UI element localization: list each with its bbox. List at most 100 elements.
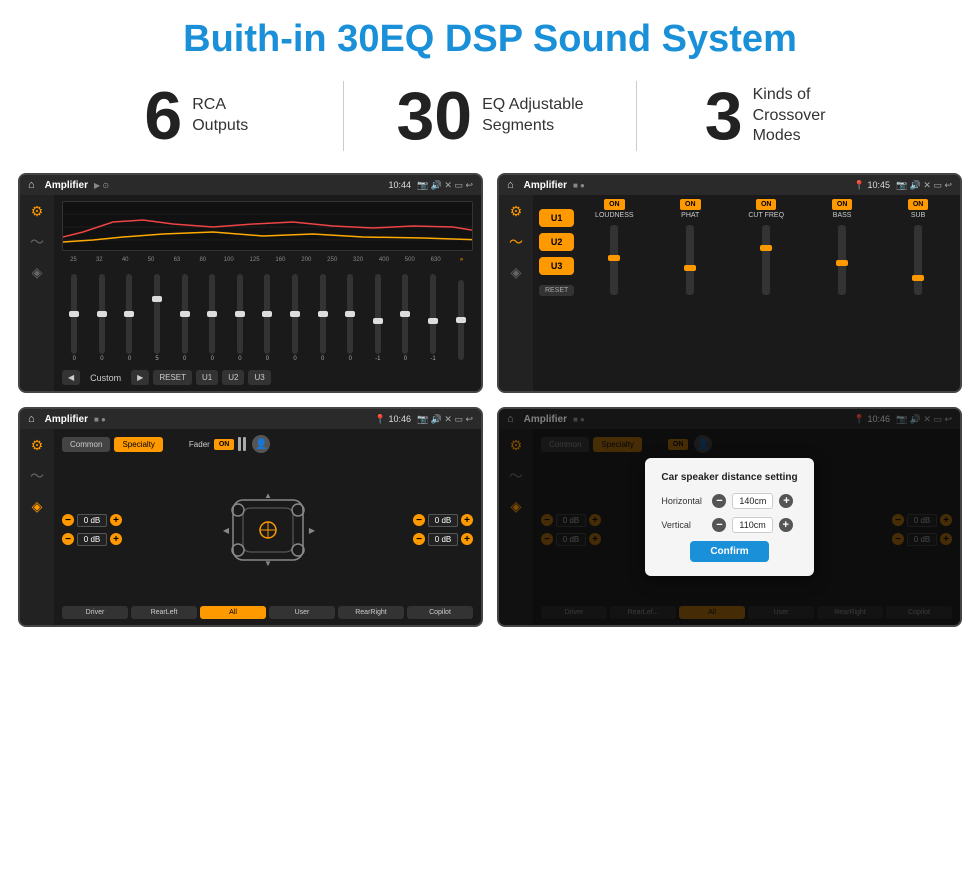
fader-on-btn[interactable]: ON: [214, 439, 235, 450]
dialog-vertical-plus[interactable]: +: [779, 518, 793, 532]
ch-sub-label: SUB: [911, 212, 925, 219]
ch-phat-on[interactable]: ON: [680, 199, 701, 210]
eq-u2-btn[interactable]: U2: [222, 370, 244, 385]
eq-track-4[interactable]: [182, 274, 188, 354]
fader-btn-copilot[interactable]: Copilot: [407, 606, 473, 619]
ch-sub-on[interactable]: ON: [908, 199, 929, 210]
fader-tab-common[interactable]: Common: [62, 437, 110, 452]
crossover-sidebar-icon1[interactable]: ⚙: [510, 203, 523, 220]
freq-250: 250: [321, 257, 344, 263]
eq-sidebar-icon2[interactable]: 〜: [30, 232, 44, 252]
vol-rr-minus[interactable]: −: [413, 533, 425, 545]
vol-fl-minus[interactable]: −: [62, 514, 74, 526]
u3-btn[interactable]: U3: [539, 257, 574, 275]
vol-rl-plus[interactable]: +: [110, 533, 122, 545]
svg-text:▼: ▼: [264, 559, 272, 568]
ch-loudness-on[interactable]: ON: [604, 199, 625, 210]
ch-phat-thumb: [684, 265, 696, 271]
fader-status-bar: ⌂ Amplifier ■ ● 📍 10:46 📷 🔊 ✕ ▭ ↩: [20, 409, 481, 429]
eq-track-10[interactable]: [347, 274, 353, 354]
fader-btn-driver[interactable]: Driver: [62, 606, 128, 619]
u2-btn[interactable]: U2: [539, 233, 574, 251]
freq-125: 125: [243, 257, 266, 263]
eq-val-6: 0: [238, 356, 241, 362]
dialog-horizontal-minus[interactable]: −: [712, 494, 726, 508]
ch-cutfreq-thumb: [760, 245, 772, 251]
stat-divider-2: [636, 81, 637, 151]
ch-bass-on[interactable]: ON: [832, 199, 853, 210]
stat-rca: 6 RCAOutputs: [60, 82, 333, 150]
eq-track-1[interactable]: [99, 274, 105, 354]
eq-slider-14: [448, 280, 473, 362]
eq-track-9[interactable]: [320, 274, 326, 354]
ch-loudness-track[interactable]: [610, 225, 618, 295]
home-icon[interactable]: ⌂: [28, 179, 35, 191]
eq-sidebar-icon3[interactable]: ◈: [32, 264, 43, 281]
eq-reset-btn[interactable]: RESET: [153, 370, 192, 385]
stats-row: 6 RCAOutputs 30 EQ AdjustableSegments 3 …: [0, 71, 980, 165]
eq-val-3: 5: [155, 356, 158, 362]
eq-time: 10:44: [388, 180, 411, 190]
crossover-sidebar-icon2[interactable]: 〜: [509, 232, 523, 252]
dialog-horizontal-value: 140cm: [732, 493, 773, 509]
vol-rr-plus[interactable]: +: [461, 533, 473, 545]
eq-next-btn[interactable]: ▶: [131, 370, 149, 385]
eq-sidebar: ⚙ 〜 ◈: [20, 195, 54, 391]
eq-val-4: 0: [183, 356, 186, 362]
eq-track-14[interactable]: [458, 280, 464, 360]
eq-track-6[interactable]: [237, 274, 243, 354]
vol-fr-minus[interactable]: −: [413, 514, 425, 526]
ch-phat-track[interactable]: [686, 225, 694, 295]
fader-btn-rearleft[interactable]: RearLeft: [131, 606, 197, 619]
eq-track-3[interactable]: [154, 274, 160, 354]
fader-btn-rearright[interactable]: RearRight: [338, 606, 404, 619]
crossover-home-icon[interactable]: ⌂: [507, 179, 514, 191]
eq-bottom-bar: ◀ Custom ▶ RESET U1 U2 U3: [62, 370, 473, 385]
eq-thumb-11: [373, 318, 383, 324]
fader-btn-user[interactable]: User: [269, 606, 335, 619]
crossover-reset-btn[interactable]: RESET: [539, 285, 574, 296]
dialog-confirm-button[interactable]: Confirm: [690, 541, 768, 562]
dialog-vertical-minus[interactable]: −: [712, 518, 726, 532]
eq-u1-btn[interactable]: U1: [196, 370, 218, 385]
fader-tab-specialty[interactable]: Specialty: [114, 437, 162, 452]
eq-track-2[interactable]: [126, 274, 132, 354]
eq-graph: [62, 201, 473, 251]
vol-rl-minus[interactable]: −: [62, 533, 74, 545]
fader-btn-all[interactable]: All: [200, 606, 266, 619]
fader-sidebar-icon2[interactable]: 〜: [30, 466, 44, 486]
eq-track-8[interactable]: [292, 274, 298, 354]
fader-sidebar-icon3[interactable]: ◈: [32, 498, 43, 515]
freq-160: 160: [269, 257, 292, 263]
u1-btn[interactable]: U1: [539, 209, 574, 227]
eq-track-0[interactable]: [71, 274, 77, 354]
eq-track-5[interactable]: [209, 274, 215, 354]
ch-bass-track[interactable]: [838, 225, 846, 295]
screens-grid: ⌂ Amplifier ▶ ⊙ 10:44 📷 🔊 ✕ ▭ ↩ ⚙ 〜 ◈: [0, 165, 980, 637]
eq-track-7[interactable]: [264, 274, 270, 354]
fader-person-icon: 👤: [252, 435, 270, 453]
fader-home-icon[interactable]: ⌂: [28, 413, 35, 425]
ch-cutfreq-track[interactable]: [762, 225, 770, 295]
ch-cutfreq-on[interactable]: ON: [756, 199, 777, 210]
eq-prev-btn[interactable]: ◀: [62, 370, 80, 385]
eq-app-name: Amplifier: [45, 180, 88, 191]
ch-sub-track[interactable]: [914, 225, 922, 295]
stat-number-rca: 6: [144, 82, 182, 150]
vol-fl-plus[interactable]: +: [110, 514, 122, 526]
eq-track-11[interactable]: [375, 274, 381, 354]
eq-thumb-14: [456, 317, 466, 323]
crossover-sidebar-icon3[interactable]: ◈: [511, 264, 522, 281]
eq-val-13: -1: [430, 356, 435, 362]
eq-sidebar-icon1[interactable]: ⚙: [31, 203, 44, 220]
fader-screen: ⌂ Amplifier ■ ● 📍 10:46 📷 🔊 ✕ ▭ ↩ ⚙ 〜 ◈ …: [18, 407, 483, 627]
dialog-vertical-label: Vertical: [661, 520, 706, 530]
dialog-horizontal-plus[interactable]: +: [779, 494, 793, 508]
eq-u3-btn[interactable]: U3: [248, 370, 270, 385]
fader-sidebar-icon1[interactable]: ⚙: [31, 437, 44, 454]
vol-fr-plus[interactable]: +: [461, 514, 473, 526]
crossover-app-name: Amplifier: [524, 180, 567, 191]
eq-track-13[interactable]: [430, 274, 436, 354]
u-buttons: U1 U2 U3 RESET: [539, 199, 574, 387]
eq-track-12[interactable]: [402, 274, 408, 354]
